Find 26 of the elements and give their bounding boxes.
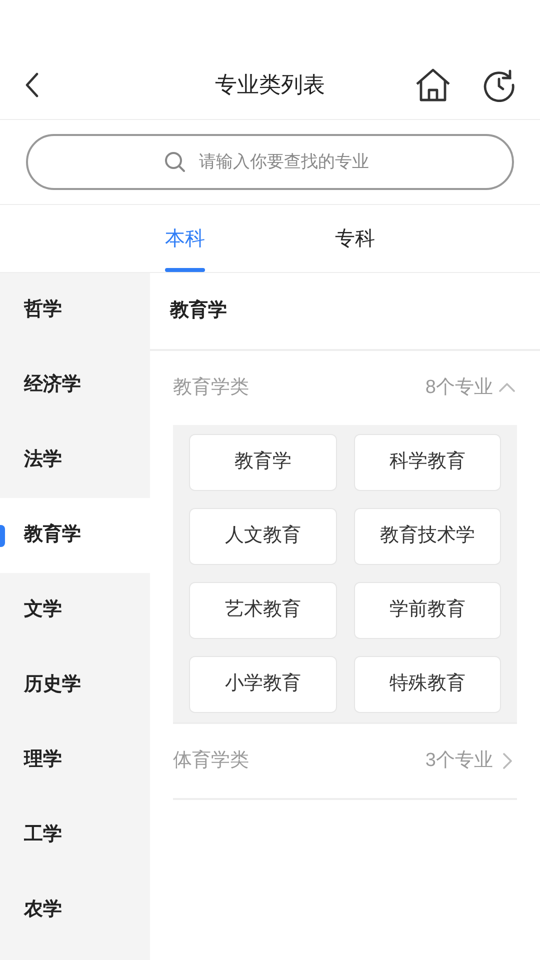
major-chip[interactable]: 学前教育 <box>354 582 501 639</box>
sidebar-item[interactable]: 教育学 <box>0 498 150 573</box>
major-chip[interactable]: 教育技术学 <box>354 508 501 565</box>
group-count: 3个专业 <box>425 748 493 773</box>
home-button[interactable] <box>414 66 452 102</box>
group-name: 教育学类 <box>173 376 249 400</box>
major-chip[interactable]: 特殊教育 <box>354 656 501 713</box>
search-field[interactable]: 请输入你要查找的专业 <box>26 134 514 190</box>
tab[interactable]: 专科 <box>270 205 440 272</box>
group-count: 8个专业 <box>425 376 493 400</box>
major-chip[interactable]: 人文教育 <box>189 508 336 565</box>
major-chip[interactable]: 科学教育 <box>354 434 501 491</box>
refresh-icon <box>482 68 516 102</box>
home-icon <box>414 66 452 102</box>
search-icon <box>164 151 186 173</box>
group-name: 体育学类 <box>173 748 249 773</box>
major-chip[interactable]: 艺术教育 <box>189 582 336 639</box>
tab-underline <box>165 268 205 272</box>
refresh-button[interactable] <box>482 68 516 102</box>
page-title: 专业类列表 <box>215 71 325 99</box>
back-icon <box>24 72 40 98</box>
selection-bar <box>0 525 5 547</box>
section-title: 教育学 <box>170 298 227 323</box>
major-chip[interactable]: 教育学 <box>189 434 336 491</box>
tab[interactable]: 本科 <box>100 205 270 272</box>
major-chip[interactable]: 小学教育 <box>189 656 336 713</box>
